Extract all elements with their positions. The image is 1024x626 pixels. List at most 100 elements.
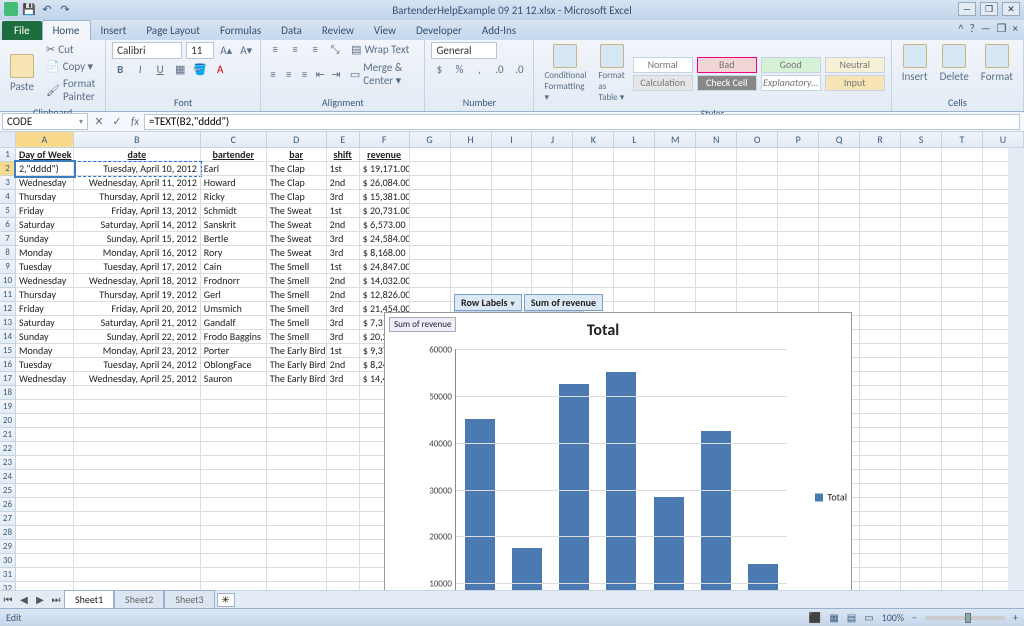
cell-M8[interactable]: [655, 246, 696, 260]
col-head-J[interactable]: J: [532, 132, 573, 147]
cell-C18[interactable]: [201, 386, 267, 400]
cell-N3[interactable]: [696, 176, 737, 190]
cell-D15[interactable]: The Early Bird: [267, 344, 327, 358]
cell-P8[interactable]: [778, 246, 819, 260]
row-head-1[interactable]: 1: [0, 148, 16, 162]
cell-T1[interactable]: [942, 148, 983, 162]
cell-D7[interactable]: The Sweat: [267, 232, 327, 246]
cell-D6[interactable]: The Sweat: [267, 218, 327, 232]
cell-S14[interactable]: [901, 330, 942, 344]
tab-insert[interactable]: Insert: [91, 21, 137, 40]
cell-T16[interactable]: [942, 358, 983, 372]
cell-L7[interactable]: [614, 232, 655, 246]
cell-H10[interactable]: [451, 274, 492, 288]
cell-O4[interactable]: [737, 190, 778, 204]
cell-E6[interactable]: 2nd: [327, 218, 360, 232]
cell-B18[interactable]: [74, 386, 201, 400]
cell-R2[interactable]: [860, 162, 901, 176]
cell-S6[interactable]: [901, 218, 942, 232]
cell-K9[interactable]: [573, 260, 614, 274]
cell-B30[interactable]: [74, 554, 201, 568]
decrease-decimal-icon[interactable]: .0: [511, 62, 527, 76]
cell-R7[interactable]: [860, 232, 901, 246]
cell-T20[interactable]: [942, 414, 983, 428]
cell-O6[interactable]: [737, 218, 778, 232]
cell-B14[interactable]: Sunday, April 22, 2012: [74, 330, 201, 344]
cell-F10[interactable]: $ 14,032.00: [360, 274, 410, 288]
cell-D2[interactable]: The Clap: [267, 162, 327, 176]
cell-T2[interactable]: [942, 162, 983, 176]
cell-E18[interactable]: [327, 386, 360, 400]
cell-L3[interactable]: [614, 176, 655, 190]
row-head-3[interactable]: 3: [0, 176, 16, 190]
cell-M10[interactable]: [655, 274, 696, 288]
cell-E30[interactable]: [327, 554, 360, 568]
cell-B11[interactable]: Thursday, April 19, 2012: [74, 288, 201, 302]
cell-S19[interactable]: [901, 400, 942, 414]
cell-B21[interactable]: [74, 428, 201, 442]
help-icon[interactable]: ?: [970, 22, 975, 35]
row-head-22[interactable]: 22: [0, 442, 16, 456]
macro-record-icon[interactable]: ⬛: [809, 611, 821, 624]
cell-C17[interactable]: Sauron: [201, 372, 267, 386]
cell-P11[interactable]: [778, 288, 819, 302]
cell-T24[interactable]: [942, 470, 983, 484]
cell-A9[interactable]: Tuesday: [16, 260, 74, 274]
cell-T19[interactable]: [942, 400, 983, 414]
sheet-tab-1[interactable]: Sheet1: [64, 590, 114, 609]
cell-B23[interactable]: [74, 456, 201, 470]
cell-R15[interactable]: [860, 344, 901, 358]
col-head-E[interactable]: E: [327, 132, 360, 147]
row-head-26[interactable]: 26: [0, 498, 16, 512]
cell-E1[interactable]: shift: [327, 148, 360, 162]
col-head-M[interactable]: M: [655, 132, 696, 147]
cell-J4[interactable]: [532, 190, 573, 204]
formula-input[interactable]: [144, 114, 1020, 130]
cell-Q1[interactable]: [819, 148, 860, 162]
cell-C12[interactable]: Umsmich: [201, 302, 267, 316]
cell-B6[interactable]: Saturday, April 14, 2012: [74, 218, 201, 232]
cell-L4[interactable]: [614, 190, 655, 204]
cell-S4[interactable]: [901, 190, 942, 204]
cell-B17[interactable]: Wednesday, April 25, 2012: [74, 372, 201, 386]
tab-data[interactable]: Data: [271, 21, 312, 40]
cell-C29[interactable]: [201, 540, 267, 554]
row-head-30[interactable]: 30: [0, 554, 16, 568]
cell-E21[interactable]: [327, 428, 360, 442]
cell-R12[interactable]: [860, 302, 901, 316]
cell-A26[interactable]: [16, 498, 74, 512]
cell-R4[interactable]: [860, 190, 901, 204]
cell-E17[interactable]: 3rd: [327, 372, 360, 386]
cell-P4[interactable]: [778, 190, 819, 204]
col-head-D[interactable]: D: [267, 132, 327, 147]
decrease-font-icon[interactable]: A▾: [238, 44, 254, 58]
cell-R19[interactable]: [860, 400, 901, 414]
cell-O10[interactable]: [737, 274, 778, 288]
cell-Q3[interactable]: [819, 176, 860, 190]
cell-S5[interactable]: [901, 204, 942, 218]
cell-J7[interactable]: [532, 232, 573, 246]
cell-D1[interactable]: bar: [267, 148, 327, 162]
cell-T13[interactable]: [942, 316, 983, 330]
cell-I3[interactable]: [492, 176, 533, 190]
cell-C2[interactable]: Earl: [201, 162, 267, 176]
cell-A10[interactable]: Wednesday: [16, 274, 74, 288]
cell-R25[interactable]: [860, 484, 901, 498]
cell-T23[interactable]: [942, 456, 983, 470]
cell-A31[interactable]: [16, 568, 74, 582]
cell-R17[interactable]: [860, 372, 901, 386]
maximize-button[interactable]: ❐: [980, 2, 998, 16]
align-middle-icon[interactable]: ≡: [287, 43, 303, 57]
zoom-level[interactable]: 100%: [882, 611, 904, 624]
cell-L1[interactable]: [614, 148, 655, 162]
row-head-12[interactable]: 12: [0, 302, 16, 316]
cell-S28[interactable]: [901, 526, 942, 540]
cell-E14[interactable]: 3rd: [327, 330, 360, 344]
tab-nav-last[interactable]: ⏭: [48, 593, 64, 606]
insert-cells-button[interactable]: Insert: [898, 42, 932, 85]
cell-C20[interactable]: [201, 414, 267, 428]
cell-K2[interactable]: [573, 162, 614, 176]
cell-L11[interactable]: [614, 288, 655, 302]
currency-icon[interactable]: $: [431, 62, 447, 76]
cell-A27[interactable]: [16, 512, 74, 526]
